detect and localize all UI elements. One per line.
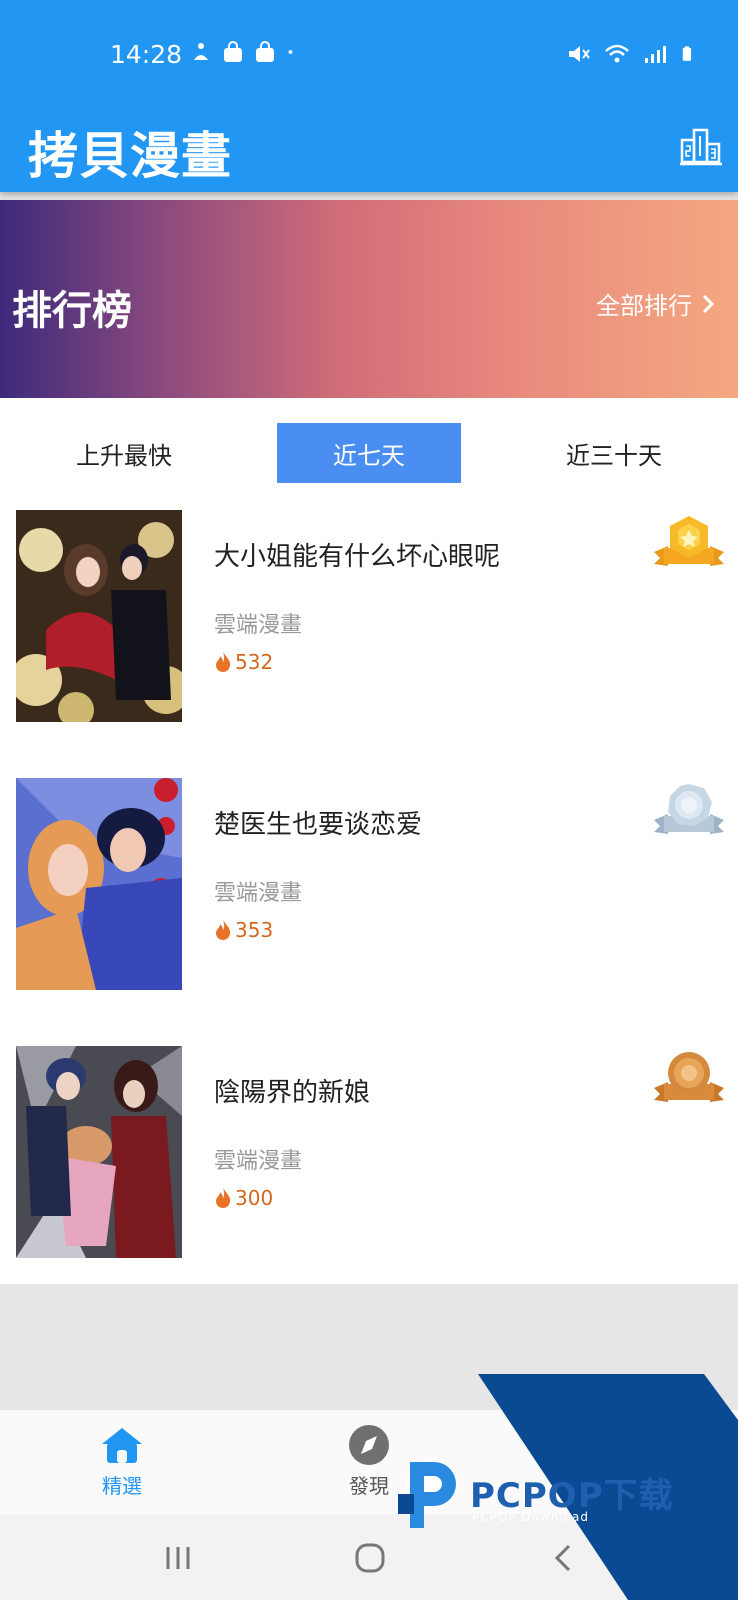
- list-item[interactable]: 楚医生也要谈恋爱 雲端漫畫 353: [0, 778, 738, 992]
- comic-author: 雲端漫畫: [214, 1149, 303, 1174]
- nav-label-featured: 精選: [102, 1474, 142, 1498]
- home-button-icon[interactable]: [354, 1542, 386, 1574]
- banner-title: 排行榜: [12, 288, 132, 334]
- heat-count: 353: [214, 918, 273, 942]
- notification-icon: [194, 43, 208, 60]
- system-status-icons: [566, 42, 698, 66]
- nav-label-discover: 發現: [349, 1474, 389, 1498]
- comic-cover[interactable]: [16, 778, 182, 990]
- tab-thirty-days[interactable]: 近三十天: [522, 423, 706, 483]
- comic-title[interactable]: 大小姐能有什么坏心眼呢: [214, 536, 500, 573]
- comic-cover[interactable]: [16, 1046, 182, 1258]
- all-rankings-label: 全部排行: [596, 292, 692, 320]
- compass-icon: [349, 1425, 389, 1465]
- heat-value: 353: [235, 918, 274, 942]
- flame-icon: [216, 920, 231, 940]
- wifi-icon: [605, 44, 629, 63]
- gold-medal-icon: [654, 516, 724, 566]
- comic-author: 雲端漫畫: [214, 881, 303, 906]
- list-item[interactable]: 陰陽界的新娘 雲端漫畫 300: [0, 1046, 738, 1260]
- chevron-right-icon: [702, 294, 715, 313]
- home-icon: [102, 1428, 142, 1463]
- ranking-banner: 排行榜 全部排行: [0, 200, 738, 398]
- notification-icons: [190, 40, 300, 64]
- ranking-list: 上升最快 近七天 近三十天 大小姐能有什么坏心眼呢 雲端漫畫 532 楚医生也要…: [0, 398, 738, 1284]
- flame-icon: [216, 652, 231, 672]
- tab-fastest-rising[interactable]: 上升最快: [32, 423, 216, 483]
- comic-author: 雲端漫畫: [214, 613, 303, 638]
- ranking-tabs: 上升最快 近七天 近三十天: [0, 423, 738, 483]
- watermark-logo-icon: [398, 1458, 458, 1528]
- heat-value: 532: [235, 650, 274, 674]
- signal-icon: [645, 46, 666, 63]
- mute-icon: [569, 46, 590, 62]
- all-rankings-link[interactable]: 全部排行: [596, 286, 716, 321]
- tab-seven-days[interactable]: 近七天: [277, 423, 461, 483]
- app-title: 拷貝漫畫: [28, 127, 232, 185]
- app-bar: 14:28 拷貝漫畫: [0, 0, 738, 192]
- battery-icon: [682, 46, 692, 61]
- status-bar: 14:28: [0, 0, 738, 110]
- shopping-bag-icon: [224, 41, 242, 62]
- nav-item-featured[interactable]: 精選: [62, 1424, 182, 1499]
- podium-icon[interactable]: [680, 126, 722, 166]
- comic-cover[interactable]: [16, 510, 182, 722]
- list-item[interactable]: 大小姐能有什么坏心眼呢 雲端漫畫 532: [0, 510, 738, 724]
- flame-icon: [216, 1188, 231, 1208]
- watermark-subtext: PCPOP Download: [472, 1510, 589, 1524]
- heat-count: 532: [214, 650, 273, 674]
- status-time: 14:28: [110, 40, 183, 69]
- silver-medal-icon: [654, 784, 724, 834]
- heat-value: 300: [235, 1186, 274, 1210]
- comic-title[interactable]: 陰陽界的新娘: [214, 1072, 370, 1109]
- heat-count: 300: [214, 1186, 273, 1210]
- dot-icon: [288, 50, 293, 54]
- bronze-medal-icon: [654, 1052, 724, 1102]
- comic-title[interactable]: 楚医生也要谈恋爱: [214, 804, 422, 841]
- shopping-bag-icon: [256, 41, 274, 62]
- recent-apps-icon[interactable]: [162, 1542, 194, 1574]
